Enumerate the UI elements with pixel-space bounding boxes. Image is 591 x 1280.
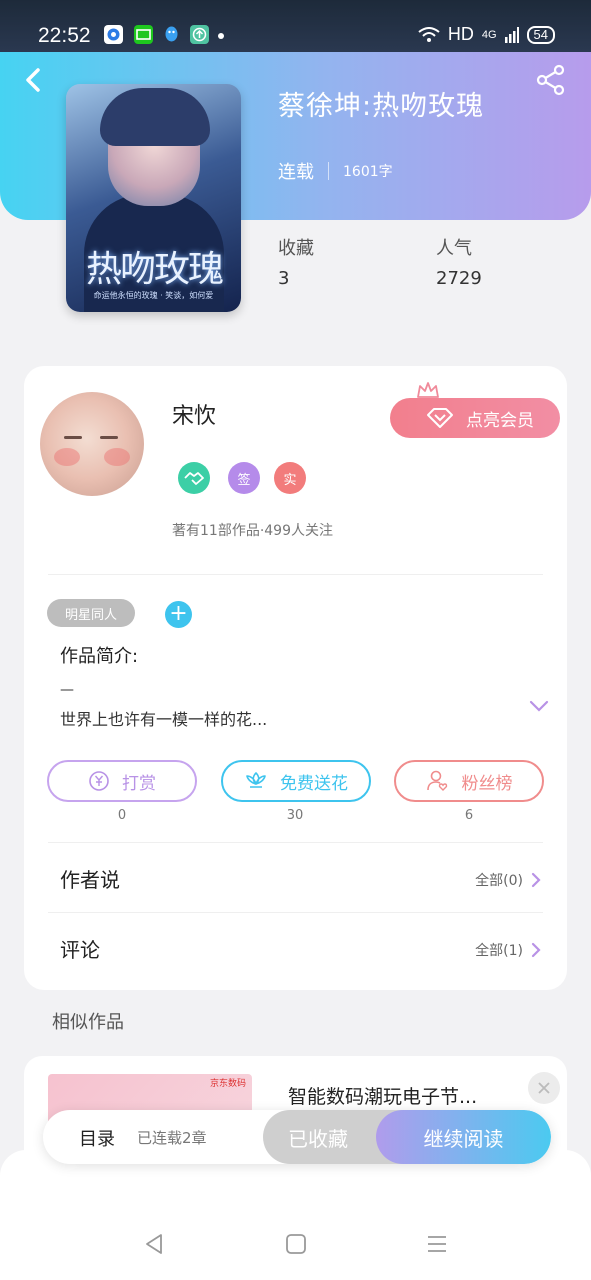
network-label: HD (447, 24, 474, 44)
comments-all-link[interactable]: 全部(1) (475, 940, 541, 960)
fan-ranking-button[interactable]: 粉丝榜 (394, 760, 544, 802)
free-flower-button[interactable]: 免费送花 (221, 760, 371, 802)
author-card: 宋忺 点亮会员 签 实 著有11部作品·499人关注 明星同人 + 作品简介: … (24, 366, 567, 990)
back-button[interactable] (20, 64, 48, 96)
popularity-value: 2729 (436, 268, 482, 289)
status-time: 22:52 (38, 24, 91, 47)
book-cover[interactable]: 热吻玫瑰 命运他永恒的玫瑰 · 笑谈，如何爱 (66, 84, 241, 312)
crown-icon (417, 382, 439, 398)
reward-button[interactable]: 打赏 (47, 760, 197, 802)
cover-subtitle: 命运他永恒的玫瑰 · 笑谈，如何爱 (93, 291, 214, 300)
close-icon (538, 1082, 550, 1094)
continue-reading-label: 继续阅读 (423, 1126, 504, 1151)
collected-label: 已收藏 (288, 1126, 348, 1151)
flower-count: 30 (286, 808, 304, 823)
favorites-label: 收藏 (278, 238, 314, 259)
flower-icon (246, 772, 266, 788)
genre-tag[interactable]: 明星同人 (47, 599, 135, 627)
reading-action-bar: 目录 已连载2章 已收藏 继续阅读 (43, 1110, 551, 1164)
avatar-eye (100, 436, 118, 439)
intro-dash: — (60, 682, 74, 698)
browser-app-icon (104, 25, 123, 44)
share-icon (536, 64, 565, 96)
battery-indicator: 54 (526, 25, 555, 44)
reward-label: 打赏 (122, 773, 156, 794)
add-tag-button[interactable]: + (165, 601, 192, 628)
verified-badge[interactable]: 实 (274, 462, 306, 494)
chevron-right-icon (531, 872, 541, 888)
divider (48, 842, 543, 843)
comments-all-label: 全部(1) (475, 943, 523, 959)
divider (48, 574, 543, 575)
author-avatar[interactable] (40, 392, 144, 496)
author-name: 宋忺 (172, 404, 217, 429)
activate-vip-button[interactable]: 点亮会员 (390, 398, 560, 438)
cover-title: 热吻玫瑰 (85, 249, 224, 290)
chevron-down-icon[interactable] (528, 698, 550, 714)
book-title: 蔡徐坤:热吻玫瑰 (278, 91, 485, 122)
author-notes-all-label: 全部(0) (475, 873, 523, 889)
comments-title: 评论 (60, 938, 100, 962)
chevron-left-icon (26, 68, 40, 92)
chevron-right-icon (531, 942, 541, 958)
free-flower-label: 免费送花 (280, 773, 348, 794)
popularity-label: 人气 (436, 238, 472, 259)
signal-label: 4G (481, 28, 497, 41)
nav-menu-icon[interactable] (425, 1232, 449, 1256)
handshake-badge[interactable] (178, 462, 210, 494)
similar-work-name: 智能数码潮玩电子节... (288, 1086, 478, 1108)
avatar-cheek (104, 448, 130, 466)
fan-count: 6 (464, 808, 474, 823)
cover-figure-hair (100, 88, 210, 146)
favorites-value: 3 (278, 268, 290, 289)
close-button[interactable] (528, 1072, 560, 1104)
fan-ranking-label: 粉丝榜 (461, 773, 513, 794)
yuan-icon (89, 771, 109, 791)
divider (48, 912, 543, 913)
handshake-icon (184, 472, 204, 485)
share-button[interactable] (535, 64, 567, 96)
upload-app-icon (190, 25, 209, 44)
iqiyi-app-icon (134, 25, 153, 44)
intro-title: 作品简介: (60, 646, 139, 667)
avatar-eye (64, 436, 82, 439)
meta-divider (328, 162, 329, 180)
toc-button[interactable]: 目录 (79, 1125, 115, 1151)
author-stats: 著有11部作品·499人关注 (172, 523, 333, 539)
system-nav-bar (0, 1150, 591, 1280)
book-meta: 连载 1601字 (278, 158, 393, 184)
nav-back-icon[interactable] (142, 1232, 166, 1256)
notification-dot (218, 33, 224, 39)
signed-badge[interactable]: 签 (228, 462, 260, 494)
continue-reading-button[interactable]: 继续阅读 (376, 1110, 551, 1164)
toc-chapter-count: 已连载2章 (137, 1129, 207, 1147)
author-notes-title: 作者说 (60, 868, 120, 892)
author-notes-all-link[interactable]: 全部(0) (475, 870, 541, 890)
diamond-icon (427, 408, 453, 428)
thumbnail-label: 京东数码 (209, 1079, 246, 1089)
avatar-cheek (54, 448, 80, 466)
qq-app-icon (162, 25, 181, 44)
vip-button-label: 点亮会员 (466, 410, 534, 431)
book-word-count: 1601字 (343, 164, 393, 180)
intro-text: 世界上也许有一模一样的花... (60, 710, 268, 729)
nav-home-icon[interactable] (284, 1232, 308, 1256)
similar-works-title: 相似作品 (52, 1012, 124, 1033)
book-status: 连载 (278, 162, 314, 183)
signal-icon (504, 26, 519, 43)
status-indicators: HD 4G 54 (418, 24, 555, 45)
fan-user-icon (426, 770, 447, 791)
status-bar: 22:52 HD 4G 54 (0, 0, 591, 52)
reward-count: 0 (117, 808, 127, 823)
wifi-icon (418, 26, 440, 42)
